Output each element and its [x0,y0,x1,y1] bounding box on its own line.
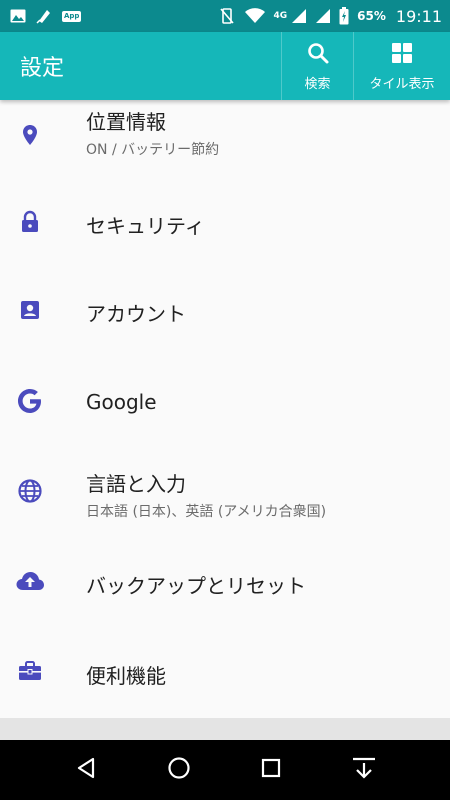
toolbox-icon [14,655,46,687]
search-icon [306,41,330,69]
battery-percent: 65% [357,9,386,23]
app-notification-icon: App [62,10,82,22]
setting-language-subtitle: 日本語 (日本)、英語 (アメリカ合衆国) [86,504,327,520]
tile-view-button-label: タイル表示 [369,76,435,92]
setting-google[interactable]: Google [0,356,450,446]
recent-apps-square-icon [260,757,282,783]
clock: 19:11 [395,6,442,26]
tile-view-icon [390,41,414,69]
home-button[interactable] [155,746,203,794]
setting-convenient-features[interactable]: 便利機能 [0,626,450,716]
cloud-upload-icon [14,565,46,597]
setting-security[interactable]: セキュリティ [0,178,450,266]
globe-icon [14,475,46,507]
account-icon [14,294,46,326]
setting-location[interactable]: 位置情報 ON / バッテリー節約 [0,100,450,170]
setting-location-subtitle: ON / バッテリー節約 [86,142,220,158]
signal-2-icon [315,8,331,24]
notification-pulldown-button[interactable] [340,746,388,794]
wifi-icon [244,7,266,25]
page-title: 設定 [20,56,65,81]
back-triangle-icon [74,756,98,784]
back-button[interactable] [62,746,110,794]
lock-icon [14,206,46,238]
signal-icon [291,8,307,24]
vibrate-icon [218,7,236,25]
network-type: 4G [273,11,288,21]
setting-language-input[interactable]: 言語と入力 日本語 (日本)、英語 (アメリカ合衆国) [0,446,450,536]
setting-backup-title: バックアップとリセット [86,574,306,598]
location-pin-icon [14,119,46,151]
settings-list: 位置情報 ON / バッテリー節約 セキュリティ アカウント Google 言語… [0,100,450,718]
next-list-section [0,718,450,740]
setting-account-title: アカウント [86,302,186,326]
pull-down-icon [350,756,378,784]
setting-account[interactable]: アカウント [0,266,450,354]
setting-security-title: セキュリティ [86,214,205,238]
recent-apps-button[interactable] [247,746,295,794]
image-notification-icon [10,9,26,23]
setting-convenient-title: 便利機能 [86,664,166,688]
setting-backup-reset[interactable]: バックアップとリセット [0,536,450,626]
search-button-label: 検索 [304,76,331,92]
navigation-bar [0,740,450,800]
status-bar: App 4G 65% 19:11 [0,0,450,32]
setting-google-title: Google [86,390,157,414]
app-bar: 設定 検索 タイル表示 [0,32,450,100]
setting-language-title: 言語と入力 [86,472,186,496]
setting-location-title: 位置情報 [86,110,166,134]
google-icon [14,385,46,417]
pen-notification-icon [36,8,52,24]
battery-icon [339,7,349,25]
search-button[interactable]: 検索 [281,32,353,100]
tile-view-button[interactable]: タイル表示 [353,32,450,100]
home-circle-icon [167,756,191,784]
